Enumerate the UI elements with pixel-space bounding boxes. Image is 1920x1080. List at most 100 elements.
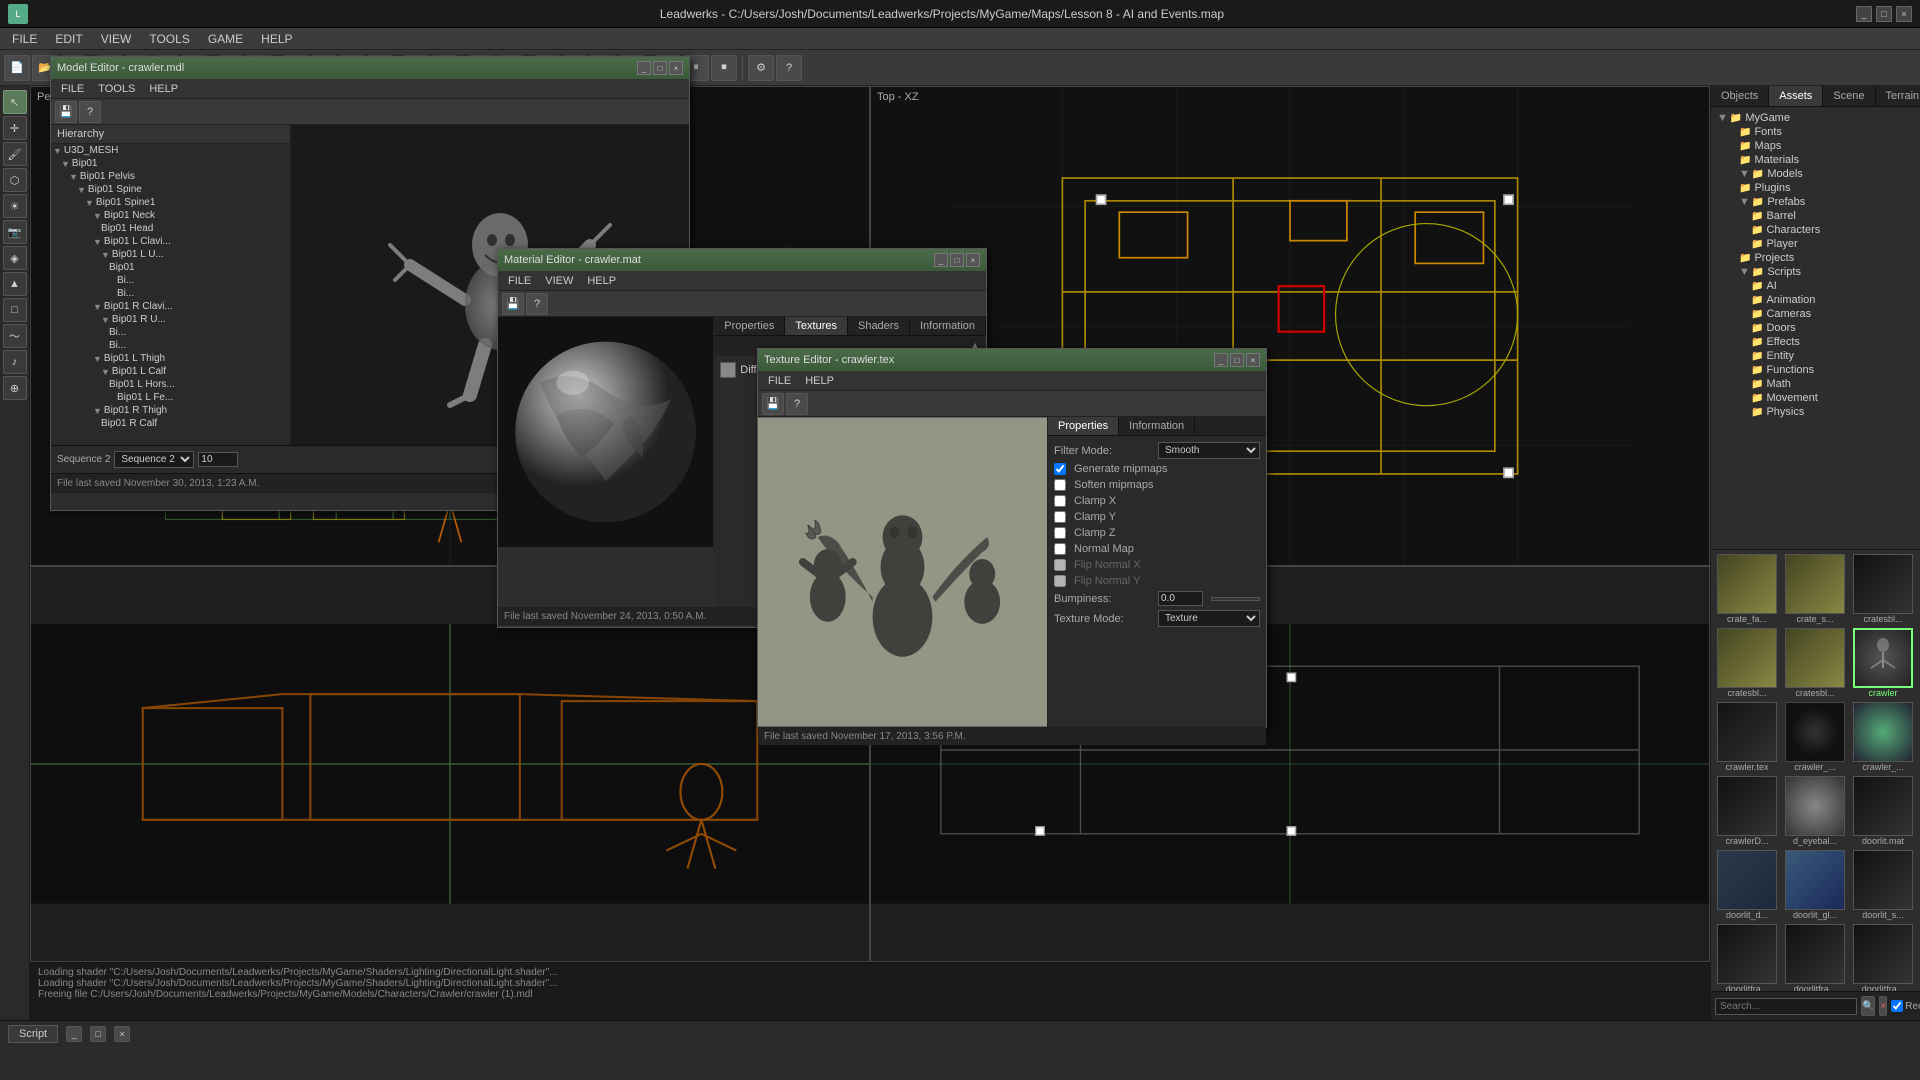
mat-help-button[interactable]: ? [526,293,548,315]
tool-terrain[interactable]: ▲ [3,272,27,296]
tool-light[interactable]: ☀ [3,194,27,218]
flip-normal-y-checkbox[interactable] [1054,575,1066,587]
tool-decal[interactable]: ◈ [3,246,27,270]
asset-deyebal[interactable]: d_eyebal... [1783,776,1847,846]
mat-maximize-button[interactable]: □ [950,253,964,267]
model-menu-tools[interactable]: TOOLS [92,82,141,96]
hier-neck[interactable]: ▼Bip01 Neck [91,209,290,222]
tree-item-functions[interactable]: 📁 Functions [1727,363,1916,377]
search-input[interactable] [1715,998,1857,1015]
tree-item-prefabs[interactable]: ▼ 📁 Prefabs [1727,195,1916,209]
asset-crawler3[interactable]: crawler_... [1851,702,1915,772]
asset-crate-fa[interactable]: crate_fa... [1715,554,1779,624]
generate-mipmaps-checkbox[interactable] [1054,463,1066,475]
tree-item-projects[interactable]: 📁 Projects [1727,251,1916,265]
hier-rclavi[interactable]: ▼Bip01 R Clavi... [91,300,290,313]
normal-map-checkbox[interactable] [1054,543,1066,555]
menu-file[interactable]: FILE [4,30,45,48]
material-preview-viewport[interactable] [498,317,714,547]
close-button[interactable]: × [1896,6,1912,22]
hier-pelvis[interactable]: ▼ Bip01 Pelvis [67,170,290,183]
tool-paint[interactable]: 🖌 [3,142,27,166]
hier-bi4[interactable]: Bi... [107,339,290,352]
tab-objects[interactable]: Objects [1711,86,1769,106]
mat-menu-file[interactable]: FILE [502,274,537,288]
tree-item-effects[interactable]: 📁 Effects [1727,335,1916,349]
tree-item-movement[interactable]: 📁 Movement [1727,391,1916,405]
hier-bip01[interactable]: ▼ Bip01 [59,157,290,170]
tree-item-ai[interactable]: 📁 AI [1727,279,1916,293]
menu-view[interactable]: VIEW [93,30,140,48]
asset-crawlerd[interactable]: crawlerD... [1715,776,1779,846]
clear-search-button[interactable]: × [1879,996,1887,1016]
hier-u3d[interactable]: ▼ U3D_MESH [51,144,290,157]
settings-button[interactable]: ⚙ [748,55,774,81]
tool-select[interactable]: ↖ [3,90,27,114]
texture-preview-viewport[interactable] [758,417,1048,727]
asset-cratesbl1[interactable]: cratesbl... [1851,554,1915,624]
hier-spine1[interactable]: ▼ Bip01 Spine1 [83,196,290,209]
hier-lthigh[interactable]: ▼Bip01 L Thigh [91,352,290,365]
model-minimize-button[interactable]: _ [637,61,651,75]
hier-head[interactable]: Bip01 Head [99,222,290,235]
asset-dooritmat[interactable]: doorlit.mat [1851,776,1915,846]
hier-lu[interactable]: ▼Bip01 L U... [99,248,290,261]
hier-lclavi[interactable]: ▼Bip01 L Clavi... [91,235,290,248]
model-menu-file[interactable]: FILE [55,82,90,96]
asset-crawler[interactable]: crawler [1851,628,1915,698]
tree-item-doors[interactable]: 📁 Doors [1727,321,1916,335]
model-menu-help[interactable]: HELP [143,82,184,96]
tree-item-math[interactable]: 📁 Math [1727,377,1916,391]
recursive-checkbox[interactable] [1891,1000,1903,1012]
tex-maximize-button[interactable]: □ [1230,353,1244,367]
asset-cratesbl2[interactable]: cratesbl... [1715,628,1779,698]
mat-menu-help[interactable]: HELP [581,274,622,288]
sequence-number[interactable] [198,452,238,467]
asset-dooritd[interactable]: doorlit_d... [1715,850,1779,920]
mat-tab-properties[interactable]: Properties [714,317,785,335]
tex-save-button[interactable]: 💾 [762,393,784,415]
script-tab[interactable]: Script [8,1025,58,1043]
soften-mipmaps-checkbox[interactable] [1054,479,1066,491]
tree-item-characters[interactable]: 📁 Characters [1727,223,1916,237]
mat-minimize-button[interactable]: _ [934,253,948,267]
stop-button[interactable]: ⏹ [711,55,737,81]
tree-item-models[interactable]: ▼ 📁 Models [1727,167,1916,181]
model-close-button[interactable]: × [669,61,683,75]
search-button[interactable]: 🔍 [1861,996,1875,1016]
hier-bi2[interactable]: Bi... [115,287,290,300]
tree-item-cameras[interactable]: 📁 Cameras [1727,307,1916,321]
hier-rthigh[interactable]: ▼Bip01 R Thigh [91,404,290,417]
new-button[interactable]: 📄 [4,55,30,81]
asset-dooritfra1[interactable]: doorlitfra... [1715,924,1779,992]
tex-help-button[interactable]: ? [786,393,808,415]
sequence-select[interactable]: Sequence 2 [114,451,194,468]
tool-nav[interactable]: ⊕ [3,376,27,400]
texture-editor-titlebar[interactable]: Texture Editor - crawler.tex _ □ × [758,349,1266,371]
tex-close-button[interactable]: × [1246,353,1260,367]
maximize-button[interactable]: □ [1876,6,1892,22]
script-close[interactable]: × [114,1026,130,1042]
mat-save-button[interactable]: 💾 [502,293,524,315]
model-help-button[interactable]: ? [79,101,101,123]
hier-bi1[interactable]: Bi... [115,274,290,287]
hier-lfe[interactable]: Bip01 L Fe... [115,391,290,404]
model-maximize-button[interactable]: □ [653,61,667,75]
clamp-y-checkbox[interactable] [1054,511,1066,523]
mat-tab-shaders[interactable]: Shaders [848,317,910,335]
tree-item-mygame[interactable]: ▼ 📁 MyGame [1715,111,1916,125]
tree-item-plugins[interactable]: 📁 Plugins [1727,181,1916,195]
tool-move[interactable]: ✛ [3,116,27,140]
bumpiness-slider[interactable] [1211,597,1260,601]
tree-item-barrel[interactable]: 📁 Barrel [1727,209,1916,223]
asset-crawler2[interactable]: crawler_... [1783,702,1847,772]
asset-dooritfra2[interactable]: doorlitfra... [1783,924,1847,992]
clamp-x-checkbox[interactable] [1054,495,1066,507]
tab-scene[interactable]: Scene [1823,86,1875,106]
tab-assets[interactable]: Assets [1769,86,1823,106]
texture-mode-select[interactable]: Texture Cubemap [1158,610,1260,627]
script-maximize[interactable]: □ [90,1026,106,1042]
asset-dooritfra3[interactable]: doorlitfra... [1851,924,1915,992]
tree-item-scripts[interactable]: ▼ 📁 Scripts [1727,265,1916,279]
tree-item-maps[interactable]: 📁 Maps [1727,139,1916,153]
